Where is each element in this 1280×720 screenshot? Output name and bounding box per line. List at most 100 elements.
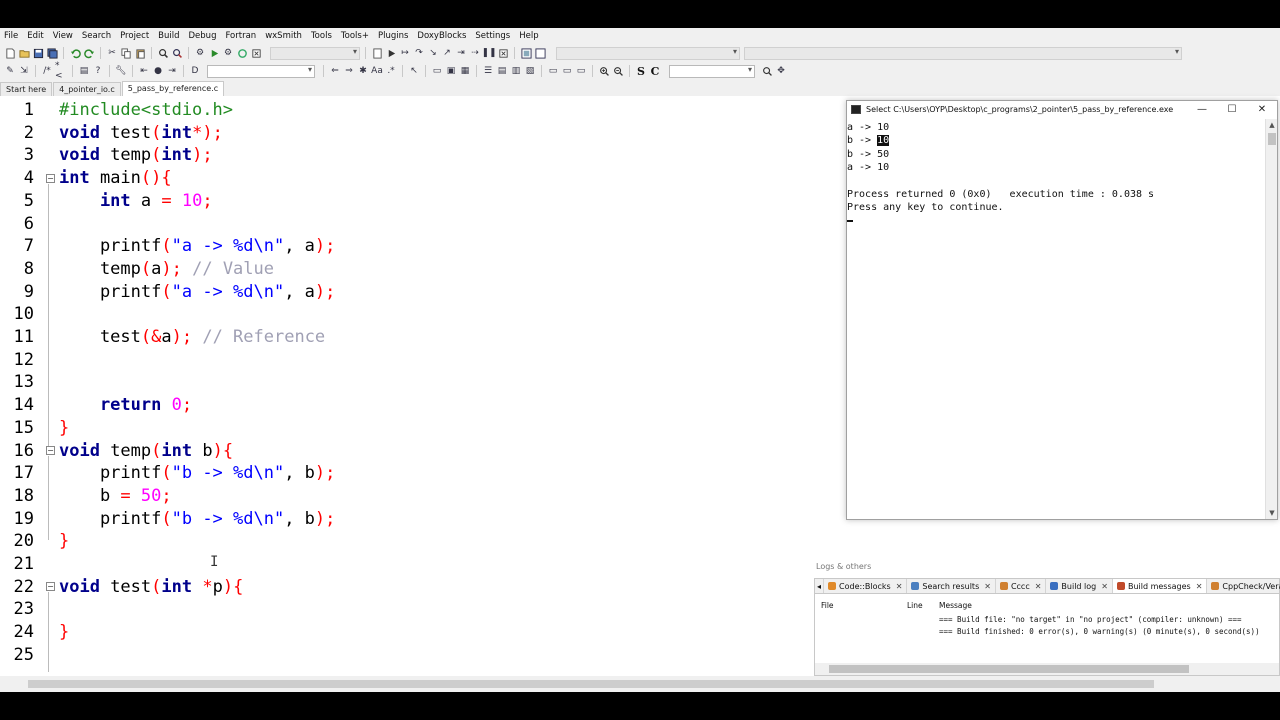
comment-icon[interactable]: /*: [41, 65, 53, 77]
uncomment-icon[interactable]: *<: [55, 61, 67, 81]
debug-windows-icon[interactable]: [520, 47, 532, 59]
debug-info-icon[interactable]: [534, 47, 546, 59]
console-scrollbar[interactable]: ▲ ▼: [1265, 119, 1277, 519]
highlight-icon[interactable]: ✱: [357, 65, 369, 77]
save-icon[interactable]: [32, 47, 44, 59]
menu-file[interactable]: File: [4, 31, 18, 41]
jump-forward-icon[interactable]: ⇥: [166, 65, 178, 77]
tabs-scroll-left-icon[interactable]: ◂: [815, 579, 825, 593]
image2-icon[interactable]: ▦: [459, 65, 471, 77]
zoom-out-icon[interactable]: [612, 65, 624, 77]
close-icon[interactable]: ✕: [1247, 101, 1277, 118]
zoom-in-icon[interactable]: [598, 65, 610, 77]
bookmark-icon[interactable]: ●: [152, 65, 164, 77]
replace-icon[interactable]: [171, 47, 183, 59]
cursor-icon[interactable]: ↖: [408, 65, 420, 77]
debug-window-icon[interactable]: [371, 47, 383, 59]
pause-icon[interactable]: ❚❚: [481, 47, 496, 59]
block-icon[interactable]: ⇲: [18, 65, 30, 77]
close-icon[interactable]: ✕: [1035, 582, 1042, 591]
doxy-icon[interactable]: D: [189, 65, 201, 77]
debug-combo-1[interactable]: [556, 46, 740, 60]
match-case-icon[interactable]: Aa: [371, 65, 383, 77]
find-icon[interactable]: [157, 47, 169, 59]
menu-tools-plus[interactable]: Tools+: [341, 31, 369, 41]
fold-toggle-icon[interactable]: −: [46, 446, 55, 455]
menu-view[interactable]: View: [53, 31, 73, 41]
rect-icon[interactable]: ▭: [431, 65, 443, 77]
debug-combo-2[interactable]: [744, 46, 1182, 60]
scroll-up-icon[interactable]: ▲: [1266, 119, 1278, 131]
close-icon[interactable]: ✕: [1196, 582, 1203, 591]
editor-horizontal-scrollbar[interactable]: [0, 676, 1280, 692]
rebuild-icon[interactable]: [236, 47, 248, 59]
console-output[interactable]: a -> 10 b -> 10 b -> 50 a -> 10 Process …: [847, 121, 1267, 519]
menu-fortran[interactable]: Fortran: [225, 31, 256, 41]
tab-5-pass-by-reference[interactable]: 5_pass_by_reference.c: [121, 81, 225, 96]
menu-debug[interactable]: Debug: [189, 31, 217, 41]
menu-edit[interactable]: Edit: [27, 31, 43, 41]
menu-project[interactable]: Project: [120, 31, 149, 41]
logs-horizontal-scrollbar[interactable]: [815, 663, 1279, 675]
function-combo[interactable]: [207, 64, 315, 78]
menu-settings[interactable]: Settings: [475, 31, 510, 41]
menu-wxsmith[interactable]: wxSmith: [265, 31, 302, 41]
menu-doxyblocks[interactable]: DoxyBlocks: [417, 31, 466, 41]
menu-tools[interactable]: Tools: [311, 31, 332, 41]
next-line-icon[interactable]: ↷: [413, 47, 425, 59]
panel-icon[interactable]: ▧: [524, 65, 536, 77]
close-icon[interactable]: ✕: [984, 582, 991, 591]
tab-build-log[interactable]: Build log ✕: [1046, 579, 1113, 593]
list-icon[interactable]: ☰: [482, 65, 494, 77]
tab-start-here[interactable]: Start here: [0, 82, 53, 96]
log-message-row[interactable]: === Build finished: 0 error(s), 0 warnin…: [939, 627, 1260, 636]
symbol-s-icon[interactable]: S: [635, 65, 647, 78]
next-instruction-icon[interactable]: ⇥: [455, 47, 467, 59]
run-to-cursor-icon[interactable]: ↦: [399, 47, 411, 59]
step-into-icon[interactable]: ↘: [427, 47, 439, 59]
minimize-icon[interactable]: —: [1187, 101, 1217, 118]
tab-build-messages[interactable]: Build messages ✕: [1112, 579, 1208, 593]
search-options-icon[interactable]: ✥: [775, 65, 787, 77]
scrollbar-thumb[interactable]: [28, 680, 1154, 688]
next-icon[interactable]: ⇒: [343, 65, 355, 77]
redo-icon[interactable]: [83, 47, 95, 59]
paste-icon[interactable]: [134, 47, 146, 59]
new-file-icon[interactable]: [4, 47, 16, 59]
jump-back-icon[interactable]: ⇤: [138, 65, 150, 77]
tab-codeblocks[interactable]: Code::Blocks ✕: [824, 579, 908, 593]
tab-4-pointer-io[interactable]: 4_pointer_io.c: [53, 82, 121, 96]
build-gear-icon[interactable]: ⚙: [194, 47, 206, 59]
step-instruction-icon[interactable]: ⇢: [469, 47, 481, 59]
step-out-icon[interactable]: ↗: [441, 47, 453, 59]
build-target-combo[interactable]: [270, 46, 360, 60]
box-icon[interactable]: ▭: [547, 65, 559, 77]
tab-search-results[interactable]: Search results ✕: [907, 579, 996, 593]
wrench-icon[interactable]: 🔧︎: [115, 65, 127, 77]
column-line[interactable]: Line: [907, 601, 923, 610]
maximize-icon[interactable]: ☐: [1217, 101, 1247, 118]
tab-cppcheck[interactable]: CppCheck/Vera++: [1207, 579, 1280, 593]
menu-help[interactable]: Help: [519, 31, 538, 41]
fold-toggle-icon[interactable]: −: [46, 582, 55, 591]
column-file[interactable]: File: [821, 601, 834, 610]
menu-plugins[interactable]: Plugins: [378, 31, 408, 41]
fold-toggle-icon[interactable]: −: [46, 174, 55, 183]
close-icon[interactable]: ✕: [896, 582, 903, 591]
build-and-run-icon[interactable]: ⚙: [222, 47, 234, 59]
tab-cccc[interactable]: Cccc ✕: [996, 579, 1047, 593]
copy-icon[interactable]: [120, 47, 132, 59]
close-icon[interactable]: ✕: [1101, 582, 1108, 591]
table-icon[interactable]: ▥: [510, 65, 522, 77]
search-combo[interactable]: [669, 64, 755, 78]
regex-icon[interactable]: .*: [385, 65, 397, 77]
console-title-bar[interactable]: Select C:\Users\OYP\Desktop\c_programs\2…: [847, 101, 1277, 118]
edit-icon[interactable]: ✎: [4, 65, 16, 77]
scrollbar-thumb[interactable]: [1268, 133, 1276, 145]
grid-icon[interactable]: ▤: [496, 65, 508, 77]
box2-icon[interactable]: ▭: [561, 65, 573, 77]
open-folder-icon[interactable]: [18, 47, 30, 59]
run-icon[interactable]: [208, 47, 220, 59]
auto-version-icon[interactable]: ▤: [78, 65, 90, 77]
scroll-down-icon[interactable]: ▼: [1266, 507, 1278, 519]
